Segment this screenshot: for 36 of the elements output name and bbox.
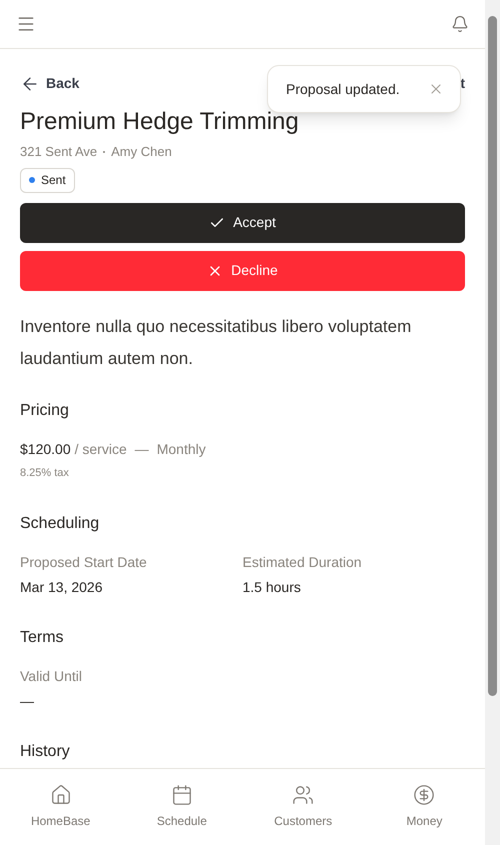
dollar-icon bbox=[413, 784, 436, 806]
section-heading: Terms bbox=[20, 628, 65, 648]
tax-text: 8.25% tax bbox=[20, 466, 69, 478]
scrollbar[interactable] bbox=[485, 0, 500, 845]
toast-message: Proposal updated. bbox=[286, 80, 400, 99]
frequency: Monthly bbox=[156, 440, 206, 459]
nav-tab[interactable]: Schedule bbox=[121, 769, 242, 845]
section-heading: Scheduling bbox=[20, 514, 100, 534]
accept-button[interactable]: Accept bbox=[20, 202, 465, 242]
house-icon bbox=[50, 784, 72, 806]
page-title: Premium Hedge Trimming bbox=[20, 107, 300, 137]
description: Inventore nulla quo necessitatibus libero voluptatem laudantium autem non. bbox=[20, 316, 412, 370]
bell-icon[interactable] bbox=[451, 15, 469, 33]
field-label: Proposed Start Date bbox=[20, 552, 148, 572]
back-button[interactable]: Back bbox=[20, 73, 80, 94]
section-heading: History bbox=[20, 742, 71, 762]
section-heading: Pricing bbox=[20, 400, 70, 420]
field-value: Mar 13, 2026 bbox=[20, 578, 104, 596]
status-badge: Sent bbox=[20, 168, 75, 192]
price: $120.00 bbox=[20, 440, 71, 458]
people-icon bbox=[292, 784, 314, 806]
dash-separator: — bbox=[134, 440, 149, 458]
nav-tab[interactable]: Customers bbox=[242, 769, 364, 845]
price-unit: / service bbox=[74, 440, 127, 458]
meta-text: 321 Sent Ave bbox=[20, 143, 98, 161]
field-label: Estimated Duration bbox=[242, 552, 363, 572]
meta-text: Amy Chen bbox=[111, 143, 172, 161]
decline-button[interactable]: Decline bbox=[20, 250, 465, 290]
field-value: — bbox=[20, 692, 35, 710]
field-label: Valid Until bbox=[20, 666, 83, 686]
field-value: 1.5 hours bbox=[242, 578, 302, 596]
nav-tab[interactable]: HomeBase bbox=[0, 769, 122, 845]
calendar-icon bbox=[170, 784, 193, 806]
nav-tab[interactable]: Money bbox=[364, 769, 485, 845]
dot-separator bbox=[103, 150, 106, 153]
header-link[interactable]: t bbox=[460, 73, 465, 94]
